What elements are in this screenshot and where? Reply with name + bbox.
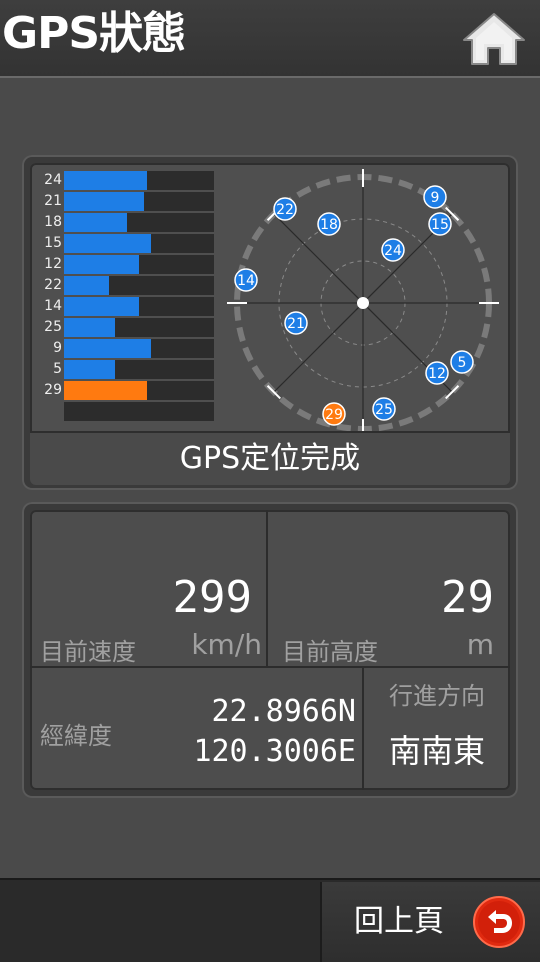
satellite-marker-label: 9 xyxy=(431,190,440,206)
signal-bar-label: 18 xyxy=(44,214,62,230)
satellite-marker-label: 15 xyxy=(431,217,449,233)
divider xyxy=(362,666,364,790)
signal-bar-row: 12 xyxy=(36,255,214,274)
signal-bar-track xyxy=(64,318,214,337)
signal-bar-label: 14 xyxy=(44,298,62,314)
signal-bar-track xyxy=(64,402,214,421)
signal-bar-track xyxy=(64,192,214,211)
signal-bar-track xyxy=(64,276,214,295)
signal-bar-label: 9 xyxy=(53,340,62,356)
sky-radar: 9 22 18 15 24 14 21 5 12 29 25 xyxy=(227,169,499,435)
signal-bar-track xyxy=(64,234,214,253)
signal-bar-row: 29 xyxy=(36,381,214,400)
gps-status-text: GPS定位完成 xyxy=(30,431,510,485)
signal-bar-fill xyxy=(64,360,115,379)
altitude-label: 目前高度 xyxy=(282,638,378,666)
signal-bar-row: 15 xyxy=(36,234,214,253)
satellite-marker-label: 22 xyxy=(276,202,294,218)
signal-bar-label: 29 xyxy=(44,382,62,398)
signal-bar-track xyxy=(64,171,214,190)
signal-bar-row: 14 xyxy=(36,297,214,316)
signal-bar-fill xyxy=(64,381,147,400)
info-panel-inner: 299 目前速度 km/h 29 目前高度 m 經緯度 22.8966N 120… xyxy=(30,510,510,790)
signal-bar-fill xyxy=(64,297,139,316)
divider xyxy=(266,510,268,666)
signal-bar-row: 24 xyxy=(36,171,214,190)
signal-bar-fill xyxy=(64,171,147,190)
speed-unit: km/h xyxy=(191,628,262,661)
signal-bar-track xyxy=(64,213,214,232)
signal-bar-row: 5 xyxy=(36,360,214,379)
speed-value: 299 xyxy=(172,572,252,623)
back-button-label: 回上頁 xyxy=(354,904,444,939)
signal-bar-track xyxy=(64,360,214,379)
signal-bar-row: 22 xyxy=(36,276,214,295)
signal-bar-label: 24 xyxy=(44,172,62,188)
home-button[interactable] xyxy=(460,8,528,70)
signal-bar-row xyxy=(36,402,214,421)
info-panel: 299 目前速度 km/h 29 目前高度 m 經緯度 22.8966N 120… xyxy=(22,502,518,798)
satellite-marker-label: 29 xyxy=(325,407,343,423)
back-button[interactable]: 回上頁 xyxy=(320,882,540,962)
heading-label: 行進方向 xyxy=(389,682,485,710)
signal-bar-track xyxy=(64,339,214,358)
signal-bar-fill xyxy=(64,255,139,274)
signal-bar-fill xyxy=(64,318,115,337)
signal-bars: 24 21 18 15 12 22 14 25 9 5 29 xyxy=(36,171,214,423)
satellite-marker-label: 25 xyxy=(375,402,393,418)
signal-bar-track xyxy=(64,381,214,400)
back-arrow-icon xyxy=(473,896,525,948)
signal-bar-row: 9 xyxy=(36,339,214,358)
satellite-marker-label: 14 xyxy=(237,273,255,289)
home-icon xyxy=(463,13,525,65)
signal-bar-row: 25 xyxy=(36,318,214,337)
longitude-value: 120.3006E xyxy=(193,734,356,769)
header-bar: GPS狀態 xyxy=(0,0,540,78)
speed-label: 目前速度 xyxy=(40,638,136,666)
signal-bar-label: 22 xyxy=(44,277,62,293)
satellite-panel: 24 21 18 15 12 22 14 25 9 5 29 9 22 18 15 24 14 21 5 12 29 2… xyxy=(22,155,518,490)
latitude-value: 22.8966N xyxy=(211,694,357,729)
satellite-marker-label: 12 xyxy=(428,366,446,382)
satellite-marker-label: 21 xyxy=(287,316,305,332)
page-title: GPS狀態 xyxy=(2,8,186,59)
signal-bar-fill xyxy=(64,339,151,358)
signal-bar-row: 21 xyxy=(36,192,214,211)
signal-bar-label: 21 xyxy=(44,193,62,209)
altitude-unit: m xyxy=(466,628,494,661)
signal-bar-track xyxy=(64,297,214,316)
signal-bar-fill xyxy=(64,234,151,253)
heading-value: 南南東 xyxy=(388,732,485,770)
signal-bar-fill xyxy=(64,192,144,211)
signal-bar-fill xyxy=(64,276,109,295)
radar-center xyxy=(357,297,369,309)
signal-bar-row: 18 xyxy=(36,213,214,232)
altitude-value: 29 xyxy=(441,572,494,623)
signal-bar-label: 25 xyxy=(44,319,62,335)
footer-bar: 回上頁 xyxy=(0,878,540,962)
signal-bar-label: 15 xyxy=(44,235,62,251)
signal-bar-track xyxy=(64,255,214,274)
satellite-marker-label: 18 xyxy=(320,217,338,233)
signal-bar-label: 12 xyxy=(44,256,62,272)
signal-bar-label: 5 xyxy=(53,361,62,377)
latlon-label: 經緯度 xyxy=(40,722,112,750)
satellite-marker-label: 5 xyxy=(458,355,467,371)
satellite-marker-label: 24 xyxy=(384,243,402,259)
satellite-panel-inner: 24 21 18 15 12 22 14 25 9 5 29 9 22 18 15 24 14 21 5 12 29 2… xyxy=(30,163,510,485)
signal-bar-fill xyxy=(64,213,127,232)
